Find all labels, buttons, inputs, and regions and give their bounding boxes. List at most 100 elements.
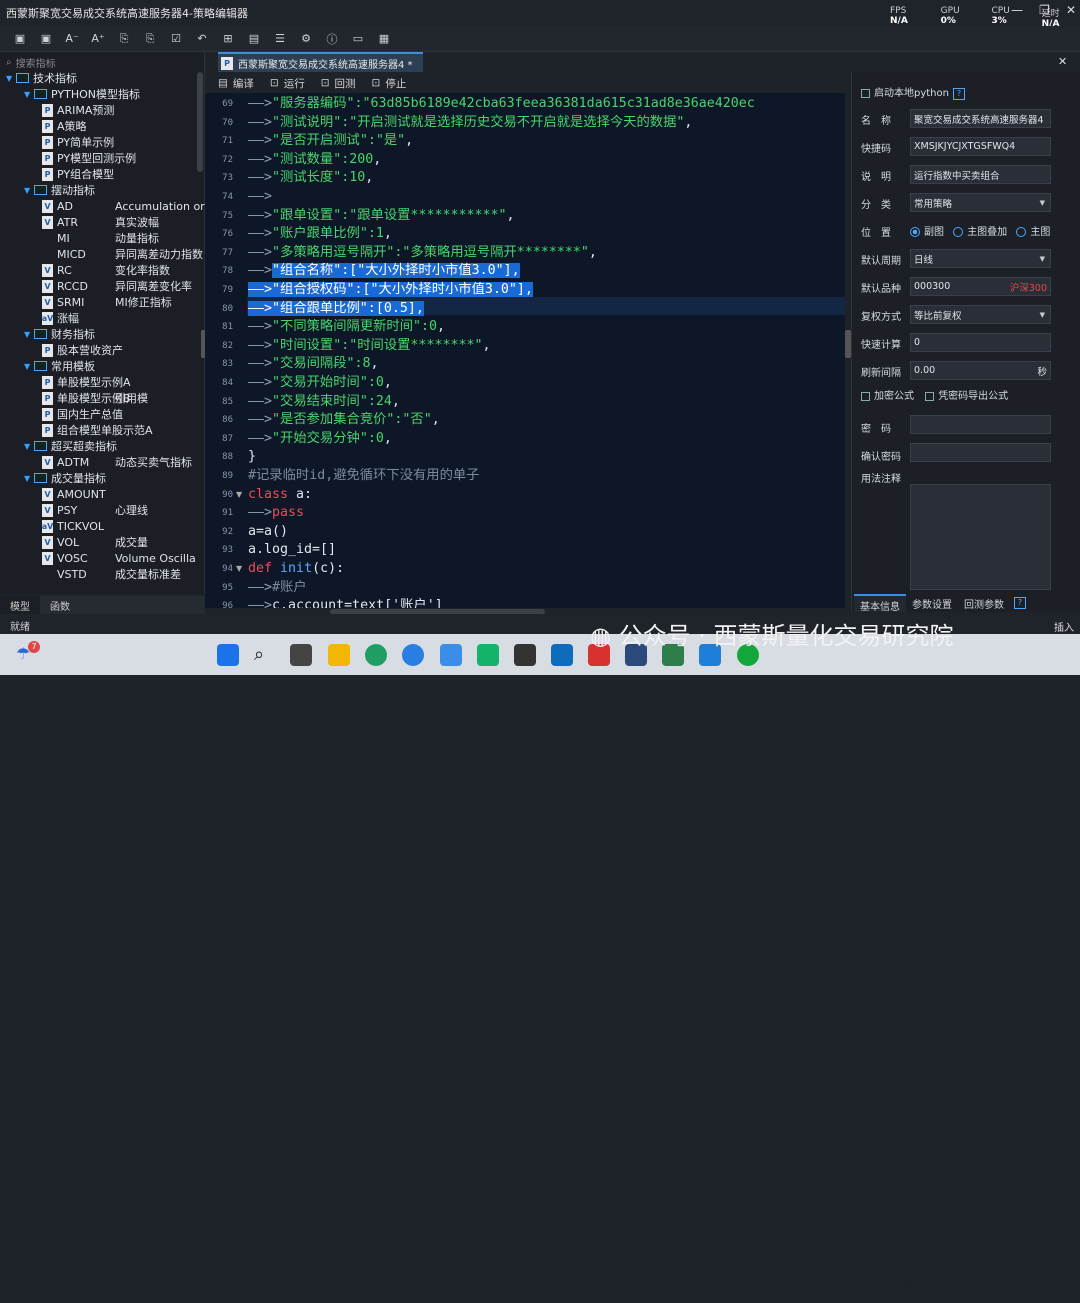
tab-backtest-params[interactable]: 回测参数 <box>958 594 1010 612</box>
tree-folder[interactable]: ▼ 技术指标 <box>6 70 77 86</box>
expand-arrow-icon[interactable]: ▼ <box>24 474 34 483</box>
new-file-icon[interactable]: ⊞ <box>220 31 236 47</box>
tree-item[interactable]: P PY简单示例 <box>42 134 114 150</box>
tree-item[interactable]: MI 动量指标 <box>42 230 159 246</box>
tree-folder[interactable]: ▼ 常用模板 <box>24 358 95 374</box>
font-decrease-icon[interactable]: A⁻ <box>64 31 80 47</box>
tree-item[interactable]: aV TICKVOL <box>42 518 104 534</box>
quick-calc-field[interactable]: 0 <box>910 333 1051 352</box>
position-option-main[interactable]: 主图 <box>1016 227 1050 238</box>
help-icon[interactable]: ? <box>1014 597 1026 609</box>
tree-folder[interactable]: ▼ PYTHON模型指标 <box>24 86 140 102</box>
stop-button[interactable]: ⊡ 停止 <box>372 76 407 91</box>
tree-item[interactable]: P A策略 <box>42 118 87 134</box>
edge-icon[interactable] <box>365 644 387 666</box>
tree-item[interactable]: aV 涨幅 <box>42 310 79 326</box>
expand-arrow-icon[interactable]: ▼ <box>24 362 34 371</box>
check-icon[interactable]: ☑ <box>168 31 184 47</box>
search-icon[interactable]: ⌕ <box>254 644 276 666</box>
tree-item[interactable]: V PSY 心理线 <box>42 502 148 518</box>
wifi-icon[interactable]: ≋ <box>902 1280 911 1296</box>
indicator-search[interactable]: ⌕ 搜索指标 <box>2 54 202 70</box>
outlook-icon[interactable] <box>551 644 573 666</box>
cloud-icon[interactable]: ☁ <box>841 1280 852 1296</box>
location-icon[interactable]: ➤ <box>862 1280 871 1296</box>
expand-arrow-icon[interactable]: ▼ <box>6 74 16 83</box>
refresh-field[interactable]: 0.00 秒 <box>910 361 1051 380</box>
fold-icon[interactable]: ▼ <box>236 490 242 499</box>
chevron-up-icon[interactable]: ⌃ <box>822 1280 831 1296</box>
volume-icon[interactable]: ◁ <box>922 1280 930 1296</box>
adjust-select[interactable]: 等比前复权 ▼ <box>910 305 1051 324</box>
save-icon[interactable]: ▣ <box>12 31 28 47</box>
tree-item[interactable]: P 股本营收资产 <box>42 342 123 358</box>
tree-item[interactable]: P ARIMA预测 <box>42 102 114 118</box>
code-editor[interactable]: 69 70 71 72 73 74 75 76 77 78 79 80 81 82 83 84 85 86 87 88… <box>205 93 845 608</box>
tree-item[interactable]: V RC 变化率指数 <box>42 262 170 278</box>
tree-scrollbar[interactable] <box>197 72 203 172</box>
start-icon[interactable] <box>217 644 239 666</box>
tree-item[interactable]: V ATR 真实波幅 <box>42 214 159 230</box>
tab-models[interactable]: 模型 <box>0 596 40 614</box>
tree-item[interactable]: V VOSC Volume Oscilla <box>42 550 196 566</box>
expand-arrow-icon[interactable]: ▼ <box>24 442 34 451</box>
file-explorer-icon[interactable] <box>328 644 350 666</box>
app-icon[interactable] <box>514 644 536 666</box>
save-as-icon[interactable]: ▣ <box>38 31 54 47</box>
period-select[interactable]: 日线 ▼ <box>910 249 1051 268</box>
help-icon[interactable]: ? <box>952 88 965 100</box>
tree-item[interactable]: P PY模型回测示例 <box>42 150 136 166</box>
tree-item[interactable]: MICD 异同离差动力指数 <box>42 246 203 262</box>
app-icon[interactable] <box>477 644 499 666</box>
tree-item[interactable]: P 国内生产总值 <box>42 406 123 422</box>
encrypt-checkbox[interactable] <box>861 391 870 401</box>
symbol-field[interactable]: 000300 沪深300 <box>910 277 1051 296</box>
tab-basic-info[interactable]: 基本信息 <box>854 594 906 613</box>
tab-functions[interactable]: 函数 <box>40 596 80 614</box>
tree-item[interactable]: P 单股模型示例A <box>42 374 131 390</box>
tree-item[interactable]: V RCCD 异同离差变化率 <box>42 278 192 294</box>
encrypt-option[interactable]: 加密公式 <box>861 391 914 402</box>
local-python-checkbox[interactable] <box>861 88 870 98</box>
tree-item[interactable]: V AMOUNT <box>42 486 106 502</box>
run-button[interactable]: ⊡ 运行 <box>270 76 305 91</box>
name-field[interactable]: 聚宽交易成交系统高速服务器4 <box>910 109 1051 128</box>
tree-item[interactable]: V AD Accumulation or <box>42 198 205 214</box>
store-icon[interactable] <box>440 644 462 666</box>
battery-icon[interactable]: ▭ <box>940 1280 950 1296</box>
backtest-button[interactable]: ⊡ 回测 <box>321 76 356 91</box>
minimize-icon[interactable]: — <box>1011 3 1023 17</box>
tree-folder[interactable]: ▼ 超买超卖指标 <box>24 438 117 454</box>
category-select[interactable]: 常用策略 ▼ <box>910 193 1051 212</box>
doc-icon[interactable]: ▤ <box>246 31 262 47</box>
tree-item[interactable]: P PY组合模型 <box>42 166 114 182</box>
tree-folder[interactable]: ▼ 成交量指标 <box>24 470 106 486</box>
export-checkbox[interactable] <box>925 391 935 401</box>
desc-field[interactable]: 运行指数中买卖组合 <box>910 165 1051 184</box>
tree-folder[interactable]: ▼ 财务指标 <box>24 326 95 342</box>
password-field[interactable] <box>910 415 1051 434</box>
tree-folder[interactable]: ▼ 摆动指标 <box>24 182 95 198</box>
expand-arrow-icon[interactable]: ▼ <box>24 90 34 99</box>
copy-icon[interactable]: ⎘ <box>142 31 158 47</box>
tree-item[interactable]: V SRMI MI修正指标 <box>42 294 172 310</box>
tree-item[interactable]: P 单股模型示例B 引用模 <box>42 390 148 406</box>
settings-icon[interactable]: ⚙ <box>298 31 314 47</box>
tab-parameters[interactable]: 参数设置 <box>906 594 958 612</box>
ime-indicator[interactable]: 中 <box>881 1280 892 1296</box>
position-option-overlay[interactable]: 主图叠加 <box>953 227 1007 238</box>
close-tab-icon[interactable]: ✕ <box>1058 55 1067 68</box>
notes-textarea[interactable] <box>910 484 1051 590</box>
list-icon[interactable]: ☰ <box>272 31 288 47</box>
undo-icon[interactable]: ↶ <box>194 31 210 47</box>
expand-arrow-icon[interactable]: ▼ <box>24 330 34 339</box>
expand-arrow-icon[interactable]: ▼ <box>24 186 34 195</box>
confirm-password-field[interactable] <box>910 443 1051 462</box>
fold-icon[interactable]: ▼ <box>236 564 242 573</box>
close-icon[interactable]: ✕ <box>1066 3 1076 17</box>
export-icon[interactable]: ⎘ <box>116 31 132 47</box>
info-icon[interactable]: ⓘ <box>324 31 340 47</box>
editor-tab[interactable]: P 西蒙斯聚宽交易成交系统高速服务器4 * <box>218 52 423 72</box>
tree-item[interactable]: P 组合模型单股示范A <box>42 422 153 438</box>
shortcut-field[interactable]: XMSJKJYCJXTGSFWQ4 <box>910 137 1051 156</box>
